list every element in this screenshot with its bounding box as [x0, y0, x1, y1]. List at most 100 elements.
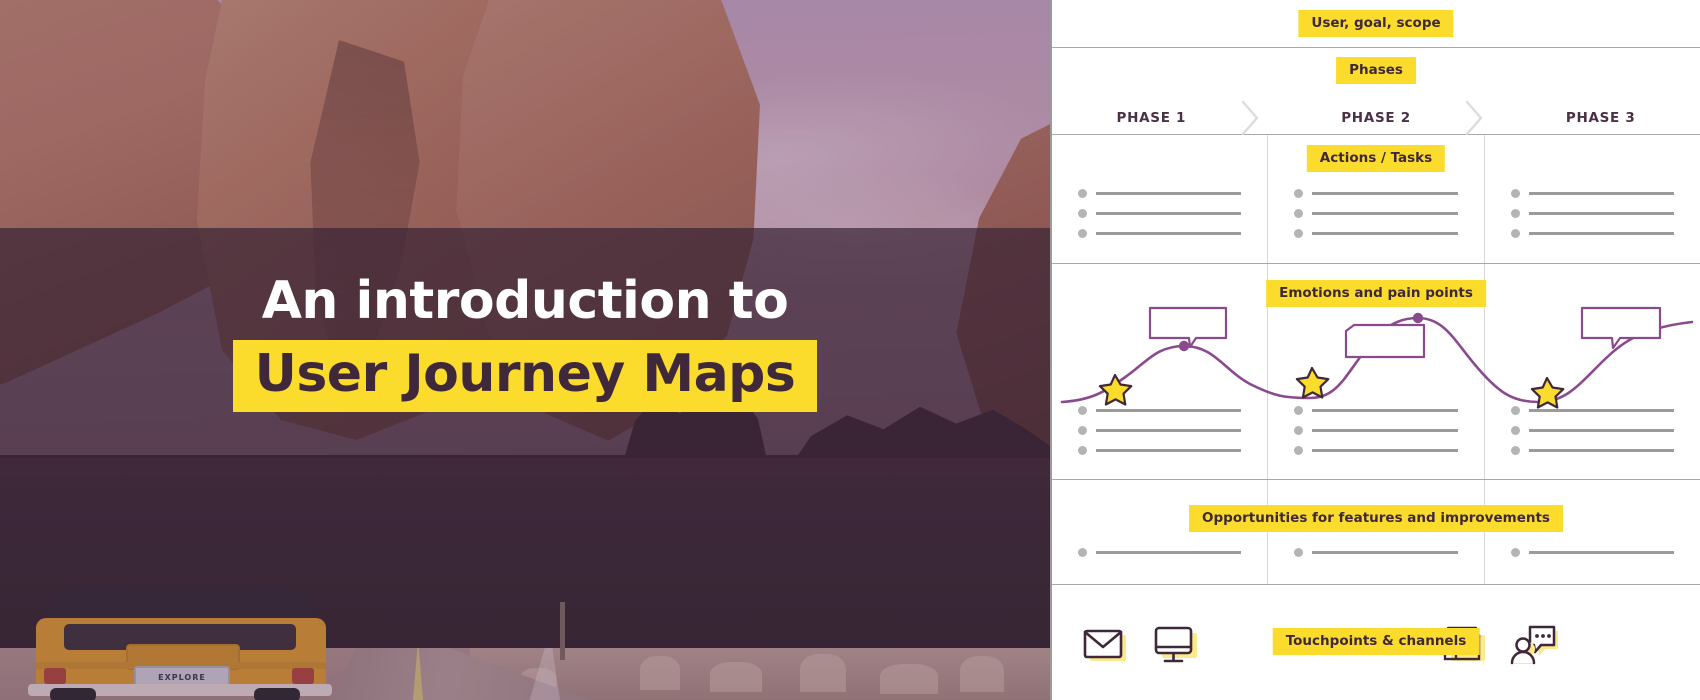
- phases-track: PHASE 1 PHASE 2 PHASE 3: [1052, 96, 1700, 140]
- bullet-dot: [1510, 209, 1520, 218]
- bullet-dot: [1294, 229, 1304, 238]
- title-overlay: An introduction to User Journey Maps: [0, 228, 1050, 458]
- list-item[interactable]: [1078, 548, 1242, 557]
- emotion-curve-chart: [1060, 306, 1694, 409]
- opportunities-column-phase-3: [1483, 480, 1700, 584]
- opportunities-columns: [1052, 480, 1700, 584]
- phase-1-label[interactable]: PHASE 1: [1052, 110, 1251, 126]
- list-item[interactable]: [1078, 229, 1242, 238]
- phase-2-label[interactable]: PHASE 2: [1277, 110, 1476, 126]
- opportunities-list: [1294, 548, 1458, 568]
- badge-actions-tasks[interactable]: Actions / Tasks: [1306, 145, 1446, 172]
- list-item[interactable]: [1078, 209, 1242, 218]
- badge-phases[interactable]: Phases: [1336, 57, 1416, 84]
- bullet-dot: [1510, 548, 1520, 557]
- row-opportunities: Opportunities for features and improveme…: [1052, 480, 1700, 585]
- list-item[interactable]: [1510, 189, 1674, 198]
- list-item[interactable]: [1294, 229, 1458, 238]
- bullet-dot: [1510, 446, 1520, 455]
- row-user-goal-scope: User, goal, scope: [1052, 0, 1700, 48]
- list-item[interactable]: [1294, 189, 1458, 198]
- badge-touchpoints-channels[interactable]: Touchpoints & channels: [1272, 628, 1480, 655]
- placeholder-bar: [1312, 449, 1458, 452]
- list-item[interactable]: [1510, 426, 1674, 435]
- list-item[interactable]: [1078, 446, 1242, 455]
- bullet-dot: [1078, 209, 1087, 218]
- actions-list: [1510, 189, 1674, 249]
- opportunities-column-phase-2: [1267, 480, 1483, 584]
- bullet-dot: [1078, 229, 1087, 238]
- placeholder-bar: [1528, 212, 1674, 215]
- actions-list: [1294, 189, 1458, 249]
- row-phases: Phases PHASE 1 PHASE 2 PHASE 3: [1052, 48, 1700, 136]
- phase-3-label[interactable]: PHASE 3: [1501, 110, 1700, 126]
- placeholder-bar: [1096, 192, 1242, 195]
- bullet-dot: [1078, 548, 1087, 557]
- hero-photo: EXPLORE An introduction to User Journey …: [0, 0, 1050, 700]
- chevron-right-icon: [1241, 96, 1277, 140]
- bullet-dot: [1510, 189, 1520, 198]
- list-item[interactable]: [1510, 229, 1674, 238]
- placeholder-bar: [1096, 449, 1242, 452]
- actions-list: [1078, 189, 1242, 249]
- note-callout-2: [1344, 323, 1426, 359]
- bullet-dot: [1078, 189, 1087, 198]
- row-actions-tasks: Actions / Tasks: [1052, 135, 1700, 264]
- placeholder-bar: [1528, 449, 1674, 452]
- badge-emotions-pain-points[interactable]: Emotions and pain points: [1266, 280, 1486, 307]
- title-line-2: User Journey Maps: [254, 344, 796, 405]
- list-item[interactable]: [1294, 426, 1458, 435]
- placeholder-bar: [1096, 429, 1242, 432]
- placeholder-bar: [1528, 551, 1674, 554]
- placeholder-bar: [1312, 551, 1458, 554]
- title-highlight: User Journey Maps: [232, 340, 818, 413]
- pain-point-star-1: [1098, 373, 1133, 406]
- title-line-1: An introduction to: [261, 270, 789, 331]
- placeholder-bar: [1096, 551, 1242, 554]
- list-item[interactable]: [1294, 446, 1458, 455]
- placeholder-bar: [1312, 212, 1458, 215]
- bullet-dot: [1294, 548, 1304, 557]
- note-callout-3: [1580, 306, 1662, 350]
- bullet-dot: [1078, 426, 1087, 435]
- slide-root: EXPLORE An introduction to User Journey …: [0, 0, 1700, 700]
- bullet-dot: [1510, 426, 1520, 435]
- placeholder-bar: [1312, 192, 1458, 195]
- bullet-dot: [1294, 426, 1304, 435]
- bullet-dot: [1510, 229, 1520, 238]
- actions-column-phase-1: [1052, 135, 1267, 263]
- list-item[interactable]: [1510, 209, 1674, 218]
- placeholder-bar: [1528, 232, 1674, 235]
- pain-point-star-2: [1295, 366, 1330, 399]
- list-item[interactable]: [1510, 548, 1674, 557]
- monitor-icon[interactable]: [1150, 619, 1202, 671]
- opportunities-column-phase-1: [1052, 480, 1267, 584]
- list-item[interactable]: [1294, 548, 1458, 557]
- list-item[interactable]: [1078, 189, 1242, 198]
- placeholder-bar: [1312, 429, 1458, 432]
- placeholder-bar: [1096, 212, 1242, 215]
- badge-opportunities[interactable]: Opportunities for features and improveme…: [1189, 505, 1563, 532]
- opportunities-list: [1078, 548, 1242, 568]
- placeholder-bar: [1096, 232, 1242, 235]
- placeholder-bar: [1528, 429, 1674, 432]
- envelope-icon[interactable]: [1080, 619, 1132, 671]
- emotion-point-phase-2: [1412, 312, 1424, 324]
- row-touchpoints-channels: Touchpoints & channels: [1052, 585, 1700, 700]
- chevron-right-icon: [1466, 96, 1501, 140]
- placeholder-bar: [1312, 232, 1458, 235]
- opportunities-list: [1510, 548, 1674, 568]
- badge-user-goal-scope[interactable]: User, goal, scope: [1298, 10, 1454, 37]
- note-callout-1: [1148, 306, 1228, 349]
- bullet-dot: [1294, 209, 1304, 218]
- person-chat-icon[interactable]: [1508, 619, 1560, 671]
- list-item[interactable]: [1078, 426, 1242, 435]
- row-emotions-pain-points: Emotions and pain points: [1052, 264, 1700, 480]
- list-item[interactable]: [1294, 209, 1458, 218]
- bullet-dot: [1294, 189, 1304, 198]
- placeholder-bar: [1528, 192, 1674, 195]
- emotion-point-phase-1: [1178, 340, 1190, 352]
- journey-map-template: User, goal, scope Phases PHASE 1 PHASE 2…: [1050, 0, 1700, 700]
- list-item[interactable]: [1510, 446, 1674, 455]
- bullet-dot: [1078, 446, 1087, 455]
